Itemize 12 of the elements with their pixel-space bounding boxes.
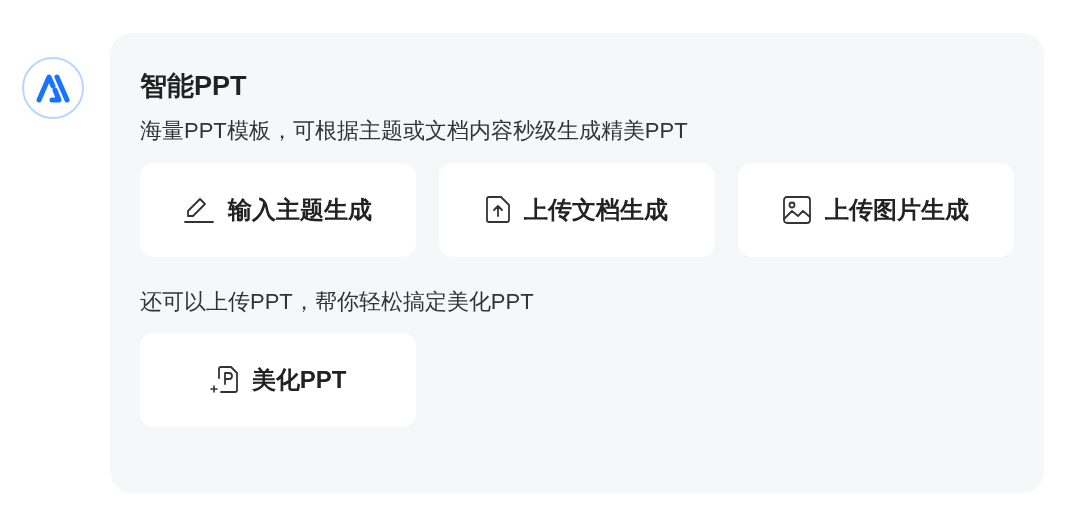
card-title: 智能PPT <box>140 70 248 103</box>
hint-text: 还可以上传PPT，帮你轻松搞定美化PPT <box>140 288 535 316</box>
image-icon <box>783 195 811 224</box>
generate-button[interactable]: 上传图片生成 <box>738 162 1014 257</box>
ppt-file-icon <box>209 366 238 395</box>
pencil-icon <box>184 196 214 223</box>
card-description: 海量PPT模板，可根据主题或文档内容秒级生成精美PPT <box>140 118 689 145</box>
upload-file-icon <box>486 196 510 224</box>
beautify-button[interactable]: 美化PPT <box>140 333 416 428</box>
logo-icon <box>22 57 84 119</box>
generate-button[interactable]: 上传文档生成 <box>439 162 715 257</box>
generate-button[interactable]: 输入主题生成 <box>140 162 416 257</box>
